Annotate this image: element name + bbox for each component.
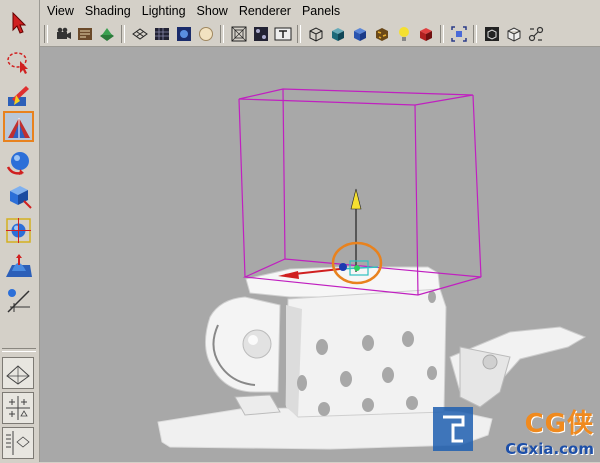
toolbar-separator [44,25,48,43]
smooth-shade-button[interactable] [328,24,348,44]
red-cube-icon [420,28,432,41]
bookmarks-button[interactable] [97,24,117,44]
menu-renderer[interactable]: Renderer [234,0,297,22]
texture-button[interactable] [372,24,392,44]
frame-selection-button[interactable] [449,24,469,44]
shaded-cube-icon [332,28,344,41]
panel-menubar: View Shading Lighting Show Renderer Pane… [40,0,600,22]
texture-icon [376,28,388,41]
layout-cube-icon [485,27,499,41]
watermark: CG侠 CGxia.com [505,403,594,458]
safe-action-icon [254,27,268,41]
camera-icon [57,27,71,39]
light-bulb-icon [399,27,409,41]
scale-tool-icon [10,186,32,209]
toolbox-separator [2,348,36,352]
wireframe-on-shaded-button[interactable] [130,24,150,44]
scale-tool-button[interactable] [3,180,34,211]
select-tool-icon [12,11,27,34]
menu-show[interactable]: Show [192,0,234,22]
paint-select-tool-button[interactable] [3,80,34,111]
bounding-box-icon [507,27,521,42]
xray-icon [177,27,191,41]
flat-cube-icon [354,28,366,41]
toolbar-separator [473,25,477,43]
xray-button[interactable] [174,24,194,44]
move-tool-icon [8,118,30,138]
resolution-gate-icon [231,26,247,42]
menu-panels[interactable]: Panels [297,0,346,22]
camera-attributes-icon [78,28,92,40]
move-manipulator-y-arrow [350,188,362,210]
hypergraph-icon [528,26,544,42]
bounding-box-button[interactable] [504,24,524,44]
hypergraph-button[interactable] [526,24,546,44]
layout-single-perspective-button[interactable] [2,357,34,389]
hud-icon [274,27,292,41]
toolbox [0,0,40,462]
camera-attributes-button[interactable] [75,24,95,44]
paint-select-tool-icon [8,86,29,106]
resolution-gate-button[interactable] [229,24,249,44]
panel-toolbar [40,22,600,47]
perspective-viewport[interactable]: CG侠 CGxia.com [40,47,600,462]
four-view-layout-icon [6,396,30,420]
isolate-select-button[interactable] [196,24,216,44]
menu-lighting[interactable]: Lighting [137,0,192,22]
safe-action-button[interactable] [251,24,271,44]
grid-button[interactable] [152,24,172,44]
select-camera-button[interactable] [53,24,73,44]
show-manipulator-button[interactable] [3,284,34,315]
flat-shade-button[interactable] [350,24,370,44]
select-tool-button[interactable] [3,7,34,38]
menu-view[interactable]: View [42,0,80,22]
default-lighting-button[interactable] [416,24,436,44]
rotate-tool-button[interactable] [3,146,34,177]
lasso-tool-icon [7,52,28,74]
layout-four-view-button[interactable] [2,392,34,424]
grid-icon [155,28,169,40]
toolbar-separator [297,25,301,43]
bounding-box-wireframe [238,88,482,296]
universal-manipulator-icon [6,218,31,243]
soft-modification-icon [6,254,32,277]
isolate-icon [199,27,213,41]
watermark-logo: CG侠 [524,409,594,439]
soft-modification-button[interactable] [3,250,34,281]
viewport-layout-button[interactable] [482,24,502,44]
universal-manipulator-button[interactable] [3,215,34,246]
perspective-layout-icon [6,365,30,385]
layout-outliner-persp-button[interactable] [2,427,34,459]
move-tool-button[interactable] [3,111,34,142]
wireframe-shading-button[interactable] [306,24,326,44]
hinge-pin [242,329,272,359]
bookmark-icon [100,28,114,41]
menu-shading[interactable]: Shading [80,0,137,22]
toolbar-separator [440,25,444,43]
outliner-layout-icon [6,431,30,455]
watermark-url: CGxia.com [505,440,594,458]
show-manipulator-icon [7,289,30,313]
toolbar-separator [121,25,125,43]
chimney-body [285,288,447,418]
frame-icon [451,26,467,42]
rotate-tool-icon [6,152,29,175]
heads-up-display-button[interactable] [273,24,293,44]
wireframe-icon [132,28,148,40]
lighting-button[interactable] [394,24,414,44]
scene-canvas [157,88,587,451]
toolbar-separator [220,25,224,43]
lasso-tool-button[interactable] [3,46,34,77]
wireframe-cube-icon [309,27,323,42]
